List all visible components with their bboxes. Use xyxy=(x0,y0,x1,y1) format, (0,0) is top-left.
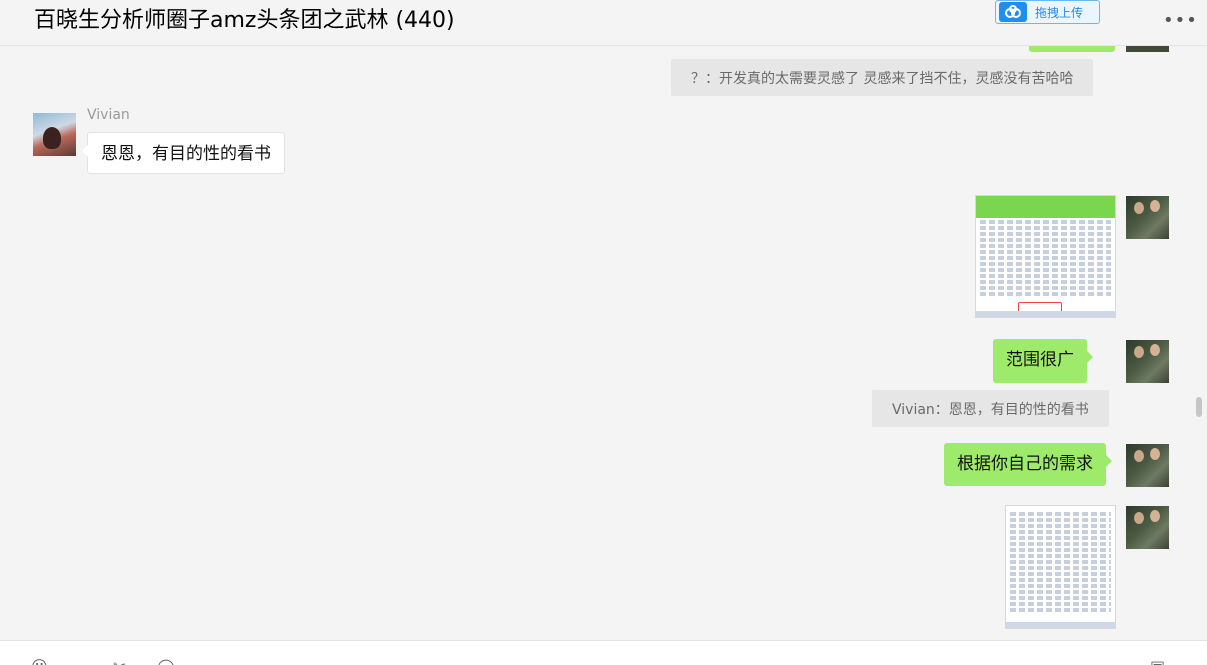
message-bubble-vivian[interactable]: 恩恩，有目的性的看书 xyxy=(82,132,285,174)
cloud-upload-icon xyxy=(999,2,1027,22)
avatar-me[interactable] xyxy=(1126,196,1169,239)
quoted-message: Vivian：恩恩，有目的性的看书 xyxy=(872,390,1109,427)
folder-icon[interactable]: ▭ xyxy=(68,659,83,665)
chat-history-icon[interactable]: ◯ xyxy=(157,659,175,665)
avatar-me[interactable] xyxy=(1126,444,1169,487)
image-message-spreadsheet[interactable] xyxy=(1005,505,1116,629)
sender-name: Vivian xyxy=(87,107,130,123)
video-call-icon[interactable]: ▣ xyxy=(1150,659,1165,665)
message-bubble-mine[interactable]: 范围很广 xyxy=(993,339,1093,383)
avatar-me[interactable] xyxy=(1126,340,1169,383)
more-dots-icon[interactable]: ••• xyxy=(1163,12,1198,30)
chat-header: 百晓生分析师圈子amz头条团之武林 (440) 拖拽上传 ••• xyxy=(0,0,1207,46)
drag-upload-button[interactable]: 拖拽上传 xyxy=(995,0,1100,24)
upload-label: 拖拽上传 xyxy=(1035,5,1084,20)
chat-title: 百晓生分析师圈子amz头条团之武林 (440) xyxy=(34,8,455,33)
input-toolbar: ☺ ▭ ✂ ◯ ▣ xyxy=(0,640,1207,665)
avatar-me[interactable] xyxy=(1126,506,1169,549)
avatar-vivian[interactable] xyxy=(33,113,76,156)
emoji-icon[interactable]: ☺ xyxy=(31,659,48,665)
quoted-message: ？：开发真的太需要灵感了 灵感来了挡不住，灵感没有苦哈哈 xyxy=(671,59,1094,96)
my-avatar-partial xyxy=(1126,46,1169,52)
scissors-icon[interactable]: ✂ xyxy=(113,659,126,665)
image-message-spreadsheet[interactable] xyxy=(975,195,1116,318)
message-bubble-mine[interactable]: 根据你自己的需求 xyxy=(944,443,1112,486)
chat-scrollbar[interactable] xyxy=(1196,397,1202,417)
sheet-header-bar xyxy=(976,196,1115,218)
previous-message-bubble xyxy=(1029,46,1115,52)
